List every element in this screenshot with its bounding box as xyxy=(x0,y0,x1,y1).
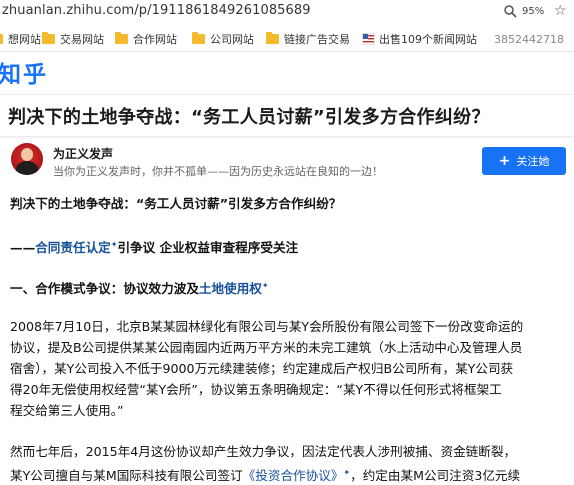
folder-icon xyxy=(115,31,128,44)
paragraph-line: 得20年无偿使用权经营“某Y会所”，协议第五条明确规定：“某Y不得以任何形式将框… xyxy=(10,382,502,397)
bookmarks-bar: 想网站 交易网站 合作网站 公司网站 链接广告交易 出售109个新闻网站 385… xyxy=(0,25,574,52)
bookmark-label: 交易网站 xyxy=(60,32,104,46)
article-heading: 判决下的土地争夺战：“务工人员讨薪”引发多方合作纠纷？ xyxy=(10,196,342,211)
avatar[interactable] xyxy=(11,143,43,175)
paragraph-line: 程交给第三人使用。” xyxy=(10,403,124,418)
bookmark-label: 想网站 xyxy=(8,32,41,46)
address-bar[interactable]: zhuanlan.zhihu.com/p/1911861849261085689… xyxy=(0,0,574,25)
folder-icon xyxy=(0,33,3,44)
plus-icon: + xyxy=(498,153,511,169)
section-heading-text: 一、合作模式争议：协议效力波及 xyxy=(10,281,199,297)
zoom-level[interactable]: 95% xyxy=(522,6,544,17)
phone-number: 3852442718 xyxy=(494,33,564,46)
paragraph-line: 宿舍），某Y公司投入不低于9000万元续建装修；约定建成后产权归B公司所有，某Y… xyxy=(10,361,514,376)
paragraph-text: 某Y公司擅自与某M国际科技有限公司签订 xyxy=(10,468,243,484)
paragraph-line: 协议，提及B公司提供某某公园南园内近两万平方米的未完工建筑（水上活动中心及管理人… xyxy=(10,340,523,355)
section-heading: 一、合作模式争议：协议效力波及土地使用权✦ xyxy=(10,275,269,299)
bookmark-label: 合作网站 xyxy=(133,32,177,46)
article-subheading: ——合同责任认定✦引争议 企业权益审查程序受关注 xyxy=(10,234,298,258)
bookmark-label: 公司网站 xyxy=(210,32,254,46)
bookmark-label: 链接广告交易 xyxy=(284,32,350,46)
folder-icon xyxy=(266,31,279,44)
bookmark-label: 出售109个新闻网站 xyxy=(379,32,477,46)
follow-button[interactable]: + 关注她 xyxy=(482,147,566,175)
subheading-prefix: —— xyxy=(10,240,36,256)
bookmark-folder[interactable]: 想网站 xyxy=(0,30,41,47)
flag-icon xyxy=(362,32,375,45)
site-header: 知乎 xyxy=(0,53,574,93)
author-bio: 当你为正义发声时，你并不孤单——因为历史永远站在良知的一边！ xyxy=(53,165,383,178)
land-use-right-link[interactable]: 土地使用权 xyxy=(199,281,262,296)
investment-agreement-link[interactable]: 《投资合作协议》 xyxy=(243,468,344,483)
folder-icon xyxy=(42,31,55,44)
paragraph-line: 然而七年后，2015年4月这份协议却产生效力争议，因法定代表人涉刑被捕、资金链断… xyxy=(10,444,517,459)
contract-liability-link[interactable]: 合同责任认定 xyxy=(35,240,111,255)
zhihu-logo[interactable]: 知乎 xyxy=(0,55,48,89)
paragraph-line: 某Y公司擅自与某M国际科技有限公司签订《投资合作协议》✦，约定由某M公司注资3亿… xyxy=(10,462,520,485)
bookmark-link[interactable]: 出售109个新闻网站 xyxy=(362,30,477,47)
folder-icon xyxy=(192,31,205,44)
link-marker: ✦ xyxy=(261,281,269,290)
star-icon[interactable]: ☆ xyxy=(554,3,567,19)
author-name[interactable]: 为正义发声 xyxy=(53,145,113,162)
paragraph-text: ，约定由某M公司注资3亿元续 xyxy=(350,468,521,484)
paragraph-line: 2008年7月10日，北京B某某园林绿化有限公司与某Y会所股份有限公司签下一份改… xyxy=(10,319,524,334)
bookmark-folder[interactable]: 链接广告交易 xyxy=(266,30,350,47)
page-title: 判决下的土地争夺战：“务工人员讨薪”引发多方合作纠纷？ xyxy=(8,107,490,128)
follow-label: 关注她 xyxy=(516,155,550,168)
subheading-text: 引争议 企业权益审查程序受关注 xyxy=(117,240,299,256)
search-icon[interactable] xyxy=(503,4,517,18)
url-text[interactable]: zhuanlan.zhihu.com/p/1911861849261085689 xyxy=(2,3,311,18)
bookmark-folder[interactable]: 合作网站 xyxy=(115,30,177,47)
article-title-bar: 判决下的土地争夺战：“务工人员讨薪”引发多方合作纠纷？ xyxy=(0,94,574,137)
bookmark-folder[interactable]: 交易网站 xyxy=(42,30,104,47)
bookmark-folder[interactable]: 公司网站 xyxy=(192,30,254,47)
